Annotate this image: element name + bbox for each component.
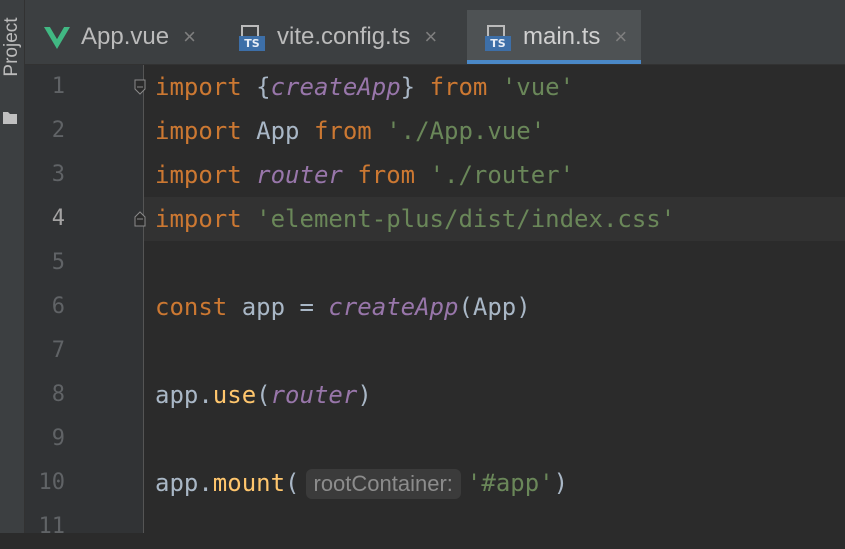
code-token: ( <box>285 469 300 497</box>
tab-vite-config-ts[interactable]: TS vite.config.ts × <box>239 10 437 63</box>
tab-label: App.vue <box>81 22 170 50</box>
close-icon[interactable]: × <box>614 24 627 50</box>
vue-file-icon <box>44 26 70 49</box>
editor-tab-bar: App.vue × TS vite.config.ts × TS main.ts… <box>25 0 845 65</box>
close-icon[interactable]: × <box>424 24 437 50</box>
code-line[interactable]: app.mount(rootContainer: '#app') <box>155 461 568 505</box>
active-tab-indicator <box>467 60 642 64</box>
code-line[interactable]: app.use(router) <box>155 373 372 417</box>
code-token: import <box>155 73 242 101</box>
close-icon[interactable]: × <box>183 24 196 50</box>
tab-label: vite.config.ts <box>277 22 411 50</box>
code-token: '#app' <box>466 469 554 497</box>
code-token: (App) <box>458 293 531 321</box>
code-line[interactable]: import router from './router' <box>155 153 574 197</box>
code-token: use <box>212 381 257 409</box>
code-token: router <box>256 161 343 189</box>
code-token: ) <box>357 381 372 409</box>
code-token: createApp <box>328 293 459 321</box>
code-line[interactable]: import App from './App.vue' <box>155 109 545 153</box>
line-number: 11 <box>38 514 66 539</box>
code-token: router <box>270 381 358 409</box>
code-line[interactable]: const app = createApp(App) <box>155 285 531 329</box>
code-token: ( <box>256 381 271 409</box>
code-editor[interactable]: 1 import {createApp} from 'vue' 2 import Ap… <box>25 65 845 539</box>
code-token: from <box>313 117 372 145</box>
code-token: './App.vue' <box>386 117 546 145</box>
code-token: import <box>155 117 242 145</box>
fold-marker-icon[interactable] <box>134 211 146 227</box>
code-token: './router' <box>429 161 575 189</box>
line-number: 1 <box>51 74 65 99</box>
code-token: { <box>241 73 271 101</box>
line-number: 3 <box>51 162 65 187</box>
code-token: } <box>400 73 430 101</box>
tab-app-vue[interactable]: App.vue × <box>43 10 196 63</box>
code-token: app. <box>155 381 213 409</box>
typescript-file-icon: TS <box>239 23 267 51</box>
line-number: 7 <box>51 338 65 363</box>
fold-marker-icon[interactable] <box>134 79 146 95</box>
tab-main-ts[interactable]: TS main.ts × <box>467 10 642 64</box>
folder-icon <box>3 112 17 124</box>
line-number: 10 <box>38 470 66 495</box>
line-number: 6 <box>51 294 65 319</box>
code-token: 'vue' <box>501 73 575 101</box>
tool-window-strip: Project <box>0 0 25 533</box>
gutter-divider <box>143 65 144 533</box>
code-token: from <box>357 161 416 189</box>
code-token: 'element-plus/dist/index.css' <box>256 205 676 233</box>
code-line[interactable]: import {createApp} from 'vue' <box>155 65 574 109</box>
code-token: from <box>429 73 488 101</box>
code-token: app = <box>227 293 329 321</box>
line-number: 9 <box>51 426 65 451</box>
code-token: createApp <box>270 73 401 101</box>
line-number: 2 <box>51 118 65 143</box>
code-token: App <box>241 117 314 145</box>
line-number: 4 <box>51 206 65 231</box>
code-token: app. <box>155 469 213 497</box>
code-token: ) <box>553 469 569 497</box>
parameter-hint: rootContainer: <box>305 469 461 499</box>
line-number: 5 <box>51 250 65 275</box>
typescript-file-icon: TS <box>485 23 513 51</box>
tab-label: main.ts <box>523 22 601 50</box>
project-tool-window-button[interactable]: Project <box>1 5 23 89</box>
code-line[interactable]: import 'element-plus/dist/index.css' <box>155 197 675 241</box>
code-token: import <box>155 205 242 233</box>
code-token: mount <box>212 469 286 497</box>
line-number: 8 <box>51 382 65 407</box>
code-token: import <box>155 161 242 189</box>
code-token: const <box>155 293 228 321</box>
